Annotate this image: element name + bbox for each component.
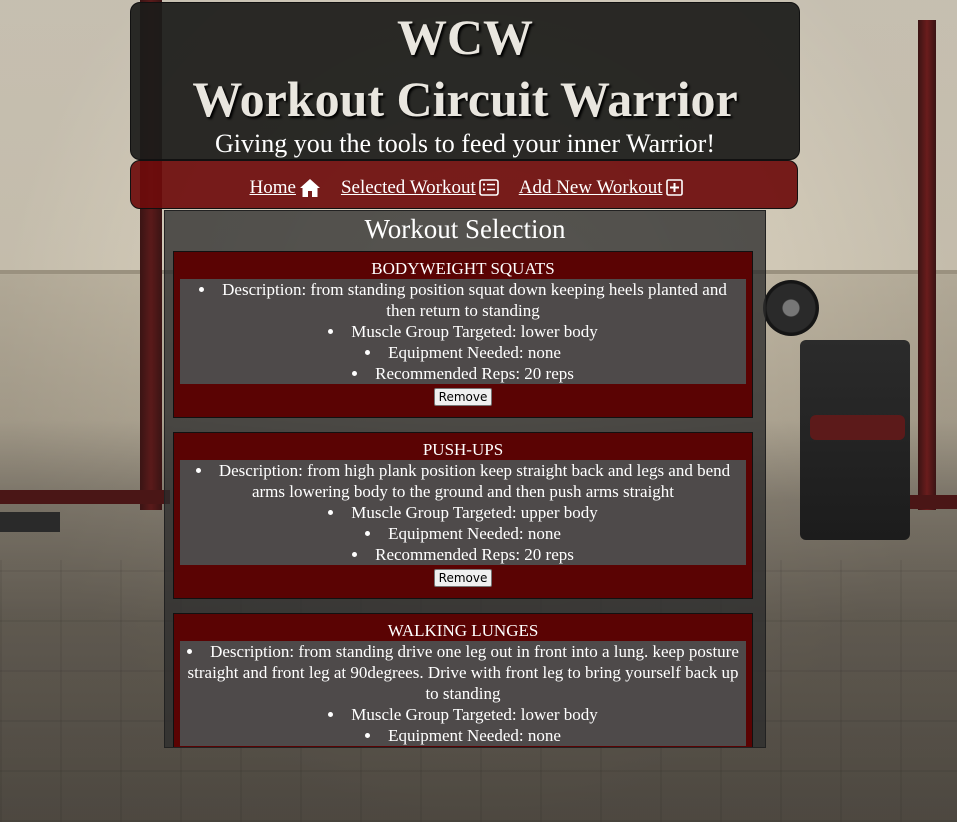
- workout-name: WALKING LUNGES: [387, 621, 539, 640]
- list-icon: [478, 179, 499, 196]
- background-bench-seat: [810, 415, 905, 440]
- background-weight-plate: [763, 280, 819, 336]
- background-rack-right: [918, 20, 936, 510]
- workout-card: WALKING LUNGES Description: from standin…: [173, 613, 753, 747]
- workout-details-list: Description: from high plank position ke…: [180, 460, 746, 565]
- workout-details-list: Description: from standing drive one leg…: [180, 641, 746, 746]
- background-rack-left-bar: [0, 490, 170, 504]
- workout-muscle-group: Muscle Group Targeted: lower body: [184, 704, 742, 725]
- section-title: Workout Selection: [364, 214, 566, 244]
- workout-reps: Recommended Reps: 20 reps: [184, 363, 742, 384]
- workout-name: BODYWEIGHT SQUATS: [371, 259, 555, 278]
- workout-name: PUSH-UPS: [422, 440, 504, 459]
- plus-square-icon: [665, 179, 683, 196]
- nav-add-workout-label: Add New Workout: [518, 176, 663, 198]
- nav-home-link[interactable]: Home: [250, 171, 321, 199]
- logo-short: WCW: [396, 9, 534, 65]
- nav-selected-workout-label: Selected Workout: [340, 176, 476, 198]
- background-bench: [800, 340, 910, 540]
- workout-muscle-group: Muscle Group Targeted: upper body: [184, 502, 742, 523]
- workout-muscle-group: Muscle Group Targeted: lower body: [184, 321, 742, 342]
- logo-long: Workout Circuit Warrior: [192, 71, 738, 127]
- nav-add-workout-link[interactable]: Add New Workout: [519, 171, 683, 199]
- workout-details-list: Description: from standing position squa…: [180, 279, 746, 384]
- workout-card: BODYWEIGHT SQUATS Description: from stan…: [173, 251, 753, 418]
- tagline: Giving you the tools to feed your inner …: [215, 129, 715, 158]
- site-header: WCW Workout Circuit Warrior Giving you t…: [130, 2, 800, 160]
- main-nav: Home Selected Workout Add New Workout: [130, 160, 798, 209]
- workout-description: Description: from high plank position ke…: [184, 460, 742, 502]
- remove-button[interactable]: Remove: [433, 388, 493, 406]
- workout-equipment: Equipment Needed: none: [184, 523, 742, 544]
- workout-description: Description: from standing drive one leg…: [184, 641, 742, 704]
- remove-button[interactable]: Remove: [433, 569, 493, 587]
- home-icon: [299, 178, 320, 197]
- nav-home-label: Home: [249, 176, 296, 198]
- nav-selected-workout-link[interactable]: Selected Workout: [341, 171, 499, 199]
- workout-equipment: Equipment Needed: none: [184, 725, 742, 746]
- workout-equipment: Equipment Needed: none: [184, 342, 742, 363]
- workout-description: Description: from standing position squa…: [184, 279, 742, 321]
- workout-reps: Recommended Reps: 20 reps: [184, 544, 742, 565]
- workout-card: PUSH-UPS Description: from high plank po…: [173, 432, 753, 599]
- background-rack-left-base: [0, 512, 60, 532]
- workout-selection-panel[interactable]: Workout Selection BODYWEIGHT SQUATS Desc…: [164, 210, 766, 748]
